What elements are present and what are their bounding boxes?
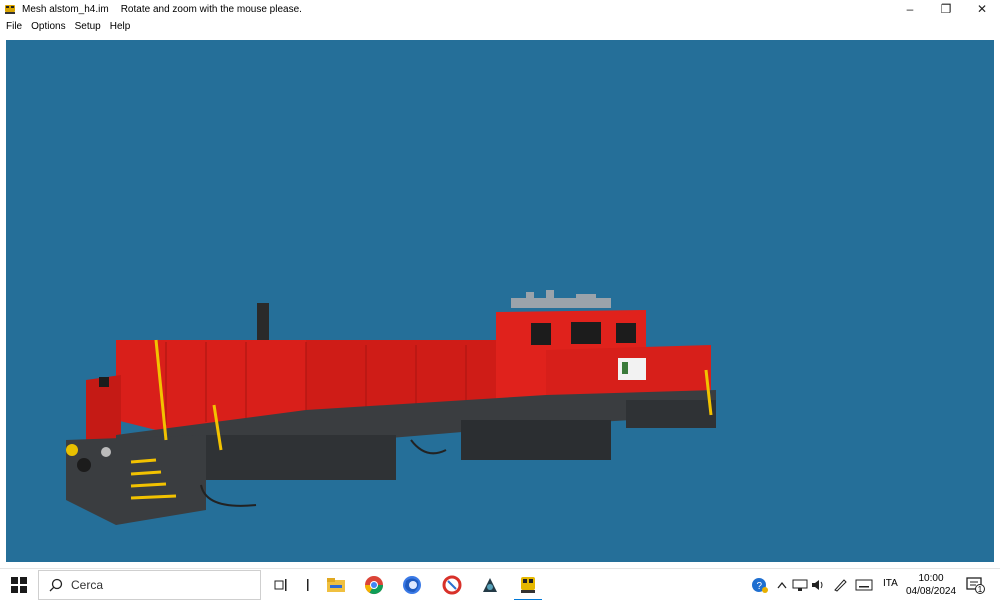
clock-time: 10:00: [918, 573, 944, 584]
start-button[interactable]: [0, 569, 38, 600]
help-tray-icon[interactable]: ?: [748, 573, 772, 597]
language-indicator[interactable]: ITA: [883, 578, 898, 589]
window-hint: Rotate and zoom with the mouse please.: [120, 3, 302, 15]
search-input[interactable]: Cerca: [38, 570, 261, 600]
clock[interactable]: 10:00 04/08/2024: [905, 572, 957, 598]
svg-text:?: ?: [757, 581, 763, 592]
menu-help[interactable]: Help: [110, 21, 131, 32]
chrome-icon[interactable]: [362, 573, 386, 597]
firefox-icon[interactable]: [400, 573, 424, 597]
locomotive-model[interactable]: [6, 40, 994, 562]
mesh-viewer-icon[interactable]: [516, 573, 540, 597]
menu-file[interactable]: File: [6, 21, 22, 32]
window-title: Mesh alstom_h4.im: [22, 3, 109, 15]
minimize-button[interactable]: –: [892, 0, 928, 18]
file-explorer-icon[interactable]: [324, 573, 348, 597]
search-placeholder: Cerca: [71, 578, 104, 592]
menu-setup[interactable]: Setup: [75, 21, 101, 32]
restore-button[interactable]: ❐: [928, 0, 964, 18]
keyboard-icon[interactable]: [852, 573, 876, 597]
notification-count: 1: [975, 584, 985, 594]
app-dark-icon[interactable]: [478, 573, 502, 597]
windows-logo-icon: [11, 577, 27, 593]
notification-center-icon[interactable]: 1: [965, 575, 985, 595]
menu-options[interactable]: Options: [31, 21, 65, 32]
taskbar: Cerca ? ITA 10:00 04/08/2024 1: [0, 568, 1000, 600]
separator-icon: [296, 573, 320, 597]
ccleaner-icon[interactable]: [440, 573, 464, 597]
search-icon: [49, 578, 63, 592]
volume-icon[interactable]: [806, 573, 830, 597]
window-controls: – ❐ ✕: [892, 0, 1000, 18]
menu-bar: File Options Setup Help: [0, 18, 1000, 34]
mesh-viewer-app-icon: [5, 5, 15, 14]
close-button[interactable]: ✕: [964, 0, 1000, 18]
clock-date: 04/08/2024: [905, 586, 957, 597]
3d-viewport[interactable]: [6, 40, 994, 562]
pen-icon[interactable]: [828, 573, 852, 597]
task-view-icon[interactable]: [270, 573, 294, 597]
title-bar: Mesh alstom_h4.im Rotate and zoom with t…: [0, 0, 1000, 18]
